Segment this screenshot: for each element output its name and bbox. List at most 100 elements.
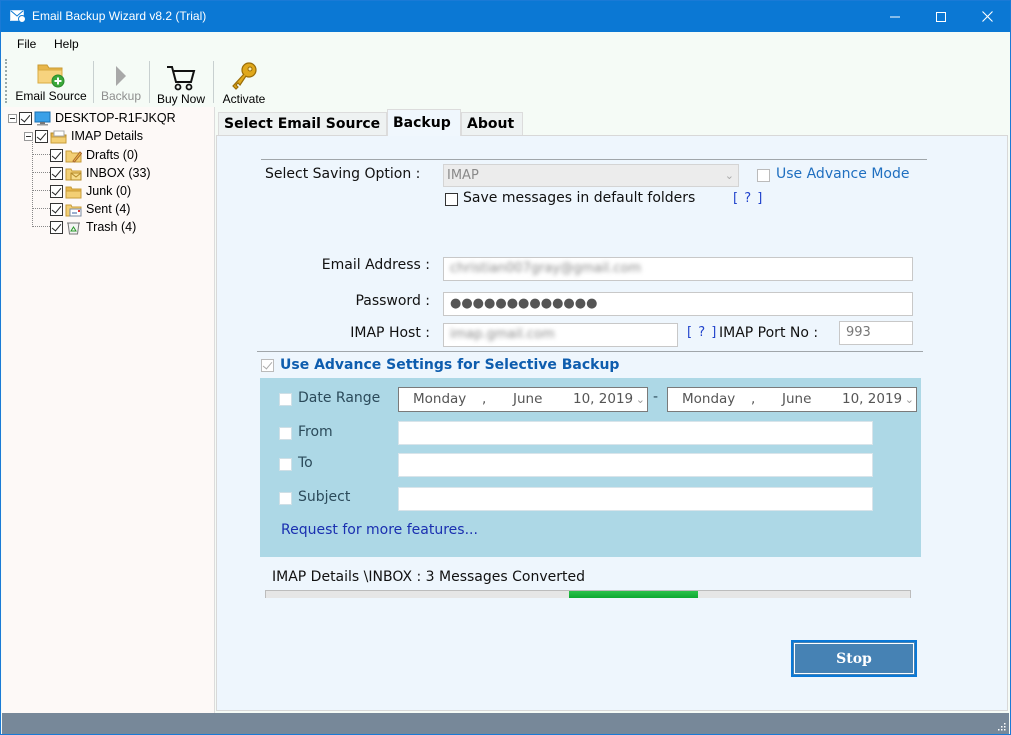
activate-button[interactable]: Activate [217,57,271,106]
email-address-label: Email Address : [321,257,430,273]
drafts-folder-icon [65,150,82,163]
date-to-month: June [782,391,812,407]
to-checkbox[interactable] [279,458,292,471]
menu-file[interactable]: File [17,37,36,51]
folder-add-icon [37,64,65,88]
collapse-toggle[interactable] [8,113,17,123]
imap-port-value: 993 [846,325,871,340]
folder-checkbox[interactable] [50,148,63,162]
sent-folder-icon [65,204,82,216]
status-bar [2,713,1009,734]
tree-node-sent[interactable]: Sent (4) [50,200,130,218]
from-label[interactable]: From [298,424,333,440]
tree-line [32,190,50,191]
toolbar-separator [213,61,214,103]
minimize-icon [890,16,900,17]
folder-checkbox[interactable] [50,184,63,198]
to-input[interactable] [398,453,873,477]
email-source-label: Email Source [15,89,87,103]
subject-label[interactable]: Subject [298,489,350,505]
inbox-folder-icon [65,168,82,180]
menu-help[interactable]: Help [54,37,79,51]
divider [257,351,923,352]
tree-node-trash[interactable]: Trash (4) [50,218,136,236]
to-label[interactable]: To [298,455,313,471]
advance-settings-box: Date Range Monday , June 10, 2019 ⌄ - Mo… [260,378,921,557]
saving-option-label: Select Saving Option : [265,166,421,182]
date-from-comma: , [482,391,487,407]
date-range-label[interactable]: Date Range [298,390,380,406]
minimize-button[interactable] [872,1,918,32]
tree-node-root[interactable]: DESKTOP-R1FJKQR [8,109,176,127]
buy-now-button[interactable]: Buy Now [153,57,209,106]
chevron-down-icon: ⌄ [633,388,645,411]
toolbar-separator [149,61,150,103]
folder-checkbox[interactable] [50,202,63,216]
imap-help-link[interactable]: [ ? ] [687,325,717,340]
password-value: ●●●●●●●●●●●●● [450,296,598,311]
progress-marquee [569,591,698,598]
key-icon [232,62,257,90]
email-source-button[interactable]: Email Source [11,57,91,105]
folder-checkbox[interactable] [50,220,63,234]
advance-mode-label[interactable]: Use Advance Mode [776,166,909,182]
tree-node-label: Junk (0) [86,184,132,198]
password-input[interactable]: ●●●●●●●●●●●●● [443,292,913,316]
tree-line [32,137,33,227]
from-input[interactable] [398,421,873,445]
request-features-link[interactable]: Request for more features... [281,522,478,538]
stop-label: Stop [836,650,872,667]
tab-backup[interactable]: Backup [387,109,461,136]
backup-button[interactable]: Backup [97,57,145,105]
folder-icon [65,186,82,198]
date-to-picker[interactable]: Monday , June 10, 2019 ⌄ [667,387,917,412]
folder-checkbox[interactable] [50,166,63,180]
default-folders-label[interactable]: Save messages in default folders [463,190,695,206]
advance-settings-title[interactable]: Use Advance Settings for Selective Backu… [280,357,619,373]
subject-checkbox[interactable] [279,492,292,505]
default-folders-checkbox[interactable] [445,193,458,206]
folder-stack-icon [50,130,67,143]
tab-select-email-source[interactable]: Select Email Source [218,112,387,136]
email-address-input[interactable]: christian007gray@gmail.com [443,257,913,281]
date-from-picker[interactable]: Monday , June 10, 2019 ⌄ [398,387,648,412]
imap-host-input[interactable]: imap.gmail.com [443,323,678,347]
maximize-button[interactable] [918,1,964,32]
date-to-comma: , [751,391,756,407]
collapse-toggle[interactable] [24,131,33,141]
close-icon [981,11,993,22]
tree-line [32,226,50,227]
from-checkbox[interactable] [279,427,292,440]
activate-label: Activate [222,92,266,106]
imap-host-value: imap.gmail.com [450,327,555,342]
tree-line [32,172,50,173]
tree-node-inbox[interactable]: INBOX (33) [50,164,151,182]
close-button[interactable] [964,1,1010,32]
backup-panel: Select Saving Option : IMAP ⌄ Use Advanc… [216,135,1008,711]
trash-icon [67,222,80,234]
stop-button[interactable]: Stop [791,640,917,677]
date-from-month: June [513,391,543,407]
tree-node-junk[interactable]: Junk (0) [50,182,131,200]
tree-node-label: Sent (4) [86,202,131,216]
resize-grip-icon[interactable] [996,721,1006,731]
toolbar-grip [5,59,7,103]
imap-port-label: IMAP Port No : [719,325,819,341]
tree-node-drafts[interactable]: Drafts (0) [50,146,138,164]
date-to-day: Monday [682,391,736,407]
advance-mode-checkbox[interactable] [757,169,770,182]
conversion-status: IMAP Details \INBOX : 3 Messages Convert… [272,569,585,585]
advance-settings-checkbox[interactable] [261,359,274,372]
imap-port-input[interactable]: 993 [839,321,913,345]
tree-node-account[interactable]: IMAP Details [24,127,143,145]
saving-option-value: IMAP [447,168,479,183]
account-checkbox[interactable] [35,129,48,143]
tree-node-label: IMAP Details [71,129,144,143]
root-checkbox[interactable] [19,111,32,125]
date-range-checkbox[interactable] [279,393,292,406]
buy-now-label: Buy Now [156,92,206,106]
subject-input[interactable] [398,487,873,511]
default-folders-help-link[interactable]: [ ? ] [733,191,763,206]
tab-about[interactable]: About [461,112,523,136]
saving-option-select[interactable]: IMAP ⌄ [443,164,739,187]
